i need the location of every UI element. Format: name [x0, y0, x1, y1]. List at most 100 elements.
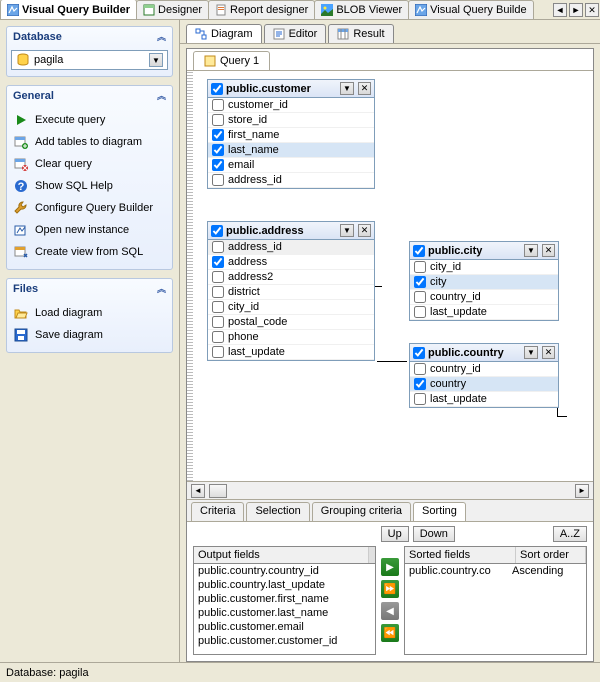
configure-action[interactable]: Configure Query Builder [11, 197, 168, 219]
canvas-hscroll[interactable]: ◄ ► [187, 481, 593, 499]
col-check[interactable] [212, 129, 224, 141]
tab-report-designer[interactable]: Report designer [208, 0, 315, 19]
move-left-button[interactable]: ◀ [381, 602, 399, 620]
tab-label: Visual Query Builder [22, 4, 130, 16]
grouping-tab[interactable]: Grouping criteria [312, 502, 411, 521]
tab-label: Report designer [230, 4, 308, 16]
tab-next-button[interactable]: ► [569, 3, 583, 17]
col-check[interactable] [212, 301, 224, 313]
move-right-button[interactable]: ▶ [381, 558, 399, 576]
table-address[interactable]: public.address▼✕ address_id address addr… [207, 221, 375, 361]
database-combo[interactable]: pagila ▼ [11, 50, 168, 70]
editor-tab[interactable]: Editor [264, 24, 327, 43]
scroll-thumb[interactable] [209, 484, 227, 498]
col-check[interactable] [212, 286, 224, 298]
tab-close-button[interactable]: ✕ [585, 3, 599, 17]
table-select-all[interactable] [211, 225, 223, 237]
sorting-tab[interactable]: Sorting [413, 502, 466, 521]
dropdown-arrow-icon[interactable]: ▼ [149, 53, 163, 67]
query-tab[interactable]: Query 1 [193, 51, 270, 70]
table-close-button[interactable]: ✕ [542, 346, 555, 359]
col-name: district [228, 286, 260, 298]
col-check[interactable] [212, 346, 224, 358]
list-item[interactable]: public.country.last_update [194, 578, 375, 592]
table-select-all[interactable] [413, 245, 425, 257]
create-view-action[interactable]: Create view from SQL [11, 241, 168, 263]
table-menu-button[interactable]: ▼ [524, 346, 538, 359]
sorted-field: public.country.co [409, 565, 512, 577]
result-tab[interactable]: Result [328, 24, 393, 43]
tab-visual-query-builder-2[interactable]: Visual Query Builde [408, 0, 533, 19]
files-panel-header[interactable]: Files ︽ [7, 279, 172, 298]
table-close-button[interactable]: ✕ [358, 82, 371, 95]
action-label: Clear query [35, 158, 92, 170]
list-item[interactable]: public.customer.first_name [194, 592, 375, 606]
table-select-all[interactable] [211, 83, 223, 95]
tab-visual-query-builder[interactable]: Visual Query Builder [0, 0, 137, 19]
move-all-right-button[interactable]: ⏩ [381, 580, 399, 598]
move-all-left-button[interactable]: ⏪ [381, 624, 399, 642]
col-check[interactable] [414, 261, 426, 273]
list-item[interactable]: public.country.country_id [194, 564, 375, 578]
canvas-grip[interactable] [187, 71, 193, 481]
table-country[interactable]: public.country▼✕ country_id country last… [409, 343, 559, 408]
col-check[interactable] [414, 363, 426, 375]
sorted-fields-list[interactable]: Sorted fields Sort order public.country.… [404, 546, 587, 655]
az-button[interactable]: A..Z [553, 526, 587, 542]
diagram-tab[interactable]: Diagram [186, 24, 262, 43]
col-check[interactable] [414, 393, 426, 405]
database-panel-header[interactable]: Database ︽ [7, 27, 172, 46]
relation-line [377, 361, 407, 362]
execute-query-action[interactable]: Execute query [11, 109, 168, 131]
add-tables-action[interactable]: Add tables to diagram [11, 131, 168, 153]
general-panel-header[interactable]: General ︽ [7, 86, 172, 105]
col-check[interactable] [212, 316, 224, 328]
col-check[interactable] [212, 331, 224, 343]
col-check[interactable] [212, 241, 224, 253]
tab-blob-viewer[interactable]: BLOB Viewer [314, 0, 409, 19]
table-city[interactable]: public.city▼✕ city_id city country_id la… [409, 241, 559, 321]
sql-help-action[interactable]: ?Show SQL Help [11, 175, 168, 197]
load-diagram-action[interactable]: Load diagram [11, 302, 168, 324]
tab-label: Designer [158, 4, 202, 16]
table-close-button[interactable]: ✕ [358, 224, 371, 237]
tab-prev-button[interactable]: ◄ [553, 3, 567, 17]
col-check[interactable] [212, 144, 224, 156]
list-item[interactable]: public.customer.last_name [194, 606, 375, 620]
clear-query-action[interactable]: Clear query [11, 153, 168, 175]
list-item[interactable]: public.customer.customer_id [194, 634, 375, 648]
col-check[interactable] [212, 159, 224, 171]
open-instance-action[interactable]: Open new instance [11, 219, 168, 241]
col-check[interactable] [414, 291, 426, 303]
tab-designer[interactable]: Designer [136, 0, 209, 19]
col-check[interactable] [212, 99, 224, 111]
save-diagram-action[interactable]: Save diagram [11, 324, 168, 346]
up-button[interactable]: Up [381, 526, 409, 542]
diagram-canvas[interactable]: public.customer▼✕ customer_id store_id f… [187, 71, 593, 481]
col-name: city_id [228, 301, 259, 313]
transfer-buttons: ▶ ⏩ ◀ ⏪ [380, 546, 400, 655]
col-check[interactable] [414, 306, 426, 318]
table-select-all[interactable] [413, 347, 425, 359]
list-item[interactable]: public.country.co Ascending [405, 564, 586, 578]
output-fields-list[interactable]: Output fields public.country.country_id … [193, 546, 376, 655]
list-item[interactable]: public.customer.email [194, 620, 375, 634]
table-menu-button[interactable]: ▼ [340, 224, 354, 237]
scroll-right-button[interactable]: ► [575, 484, 589, 498]
col-check[interactable] [212, 271, 224, 283]
table-menu-button[interactable]: ▼ [340, 82, 354, 95]
col-check[interactable] [212, 114, 224, 126]
col-check[interactable] [414, 276, 426, 288]
table-menu-button[interactable]: ▼ [524, 244, 538, 257]
resize-handle[interactable] [369, 547, 375, 563]
col-check[interactable] [414, 378, 426, 390]
selection-tab[interactable]: Selection [246, 502, 309, 521]
col-check[interactable] [212, 256, 224, 268]
down-button[interactable]: Down [413, 526, 455, 542]
criteria-tab[interactable]: Criteria [191, 502, 244, 521]
scroll-left-button[interactable]: ◄ [191, 484, 205, 498]
table-close-button[interactable]: ✕ [542, 244, 555, 257]
col-check[interactable] [212, 174, 224, 186]
table-customer[interactable]: public.customer▼✕ customer_id store_id f… [207, 79, 375, 189]
files-panel: Files ︽ Load diagram Save diagram [6, 278, 173, 353]
